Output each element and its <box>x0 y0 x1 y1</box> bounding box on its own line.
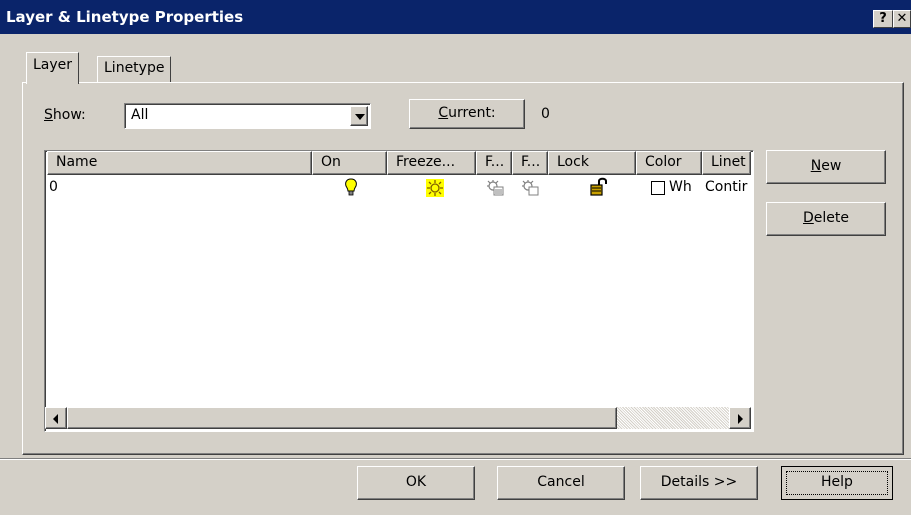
scroll-right-button[interactable] <box>729 407 751 429</box>
show-dropdown-value: All <box>131 107 149 123</box>
layer-name-cell: 0 <box>49 179 58 195</box>
column-header-linetype[interactable]: Linet <box>702 151 751 175</box>
delete-layer-button[interactable]: Delete <box>766 202 886 236</box>
layer-linetype-cell[interactable]: Contir <box>705 179 751 195</box>
arrow-right-icon <box>738 414 743 424</box>
question-mark-icon: ? <box>879 11 887 26</box>
chevron-down-icon <box>355 114 365 120</box>
close-icon: ✕ <box>896 11 908 26</box>
horizontal-scrollbar[interactable] <box>45 407 751 429</box>
cancel-button[interactable]: Cancel <box>497 466 625 500</box>
color-swatch[interactable] <box>651 181 665 195</box>
focus-rectangle <box>786 471 888 495</box>
details-button[interactable]: Details >> <box>640 466 758 500</box>
new-viewport-freeze-icon[interactable] <box>521 179 539 197</box>
tab-linetype[interactable]: Linetype <box>97 56 172 82</box>
scroll-left-button[interactable] <box>45 407 67 429</box>
show-dropdown[interactable]: All <box>124 103 371 129</box>
column-header-freeze[interactable]: Freeze... <box>387 151 476 175</box>
current-layer-value: 0 <box>541 106 550 122</box>
window-title: Layer & Linetype Properties <box>6 8 244 26</box>
viewport-freeze-icon[interactable] <box>486 179 504 197</box>
column-header-color[interactable]: Color <box>636 151 702 175</box>
layer-list[interactable]: Name On Freeze... F... F... Lock Color L… <box>44 150 754 432</box>
layer-color-cell[interactable]: Wh <box>669 179 692 195</box>
help-title-button[interactable]: ? <box>873 10 893 28</box>
arrow-left-icon <box>53 414 58 424</box>
unlocked-padlock-icon[interactable] <box>589 177 609 197</box>
show-dropdown-arrow[interactable] <box>350 106 368 126</box>
column-header-lock[interactable]: Lock <box>548 151 636 175</box>
tab-layer-label: Layer <box>33 57 73 73</box>
new-layer-button[interactable]: New <box>766 150 886 184</box>
show-label: Show: <box>44 107 86 123</box>
column-header-name[interactable]: Name <box>47 151 312 175</box>
close-button[interactable]: ✕ <box>893 10 911 28</box>
scrollbar-track[interactable] <box>617 407 729 429</box>
ok-button[interactable]: OK <box>357 466 475 500</box>
title-bar: Layer & Linetype Properties ? ✕ <box>0 0 911 34</box>
column-header-vp-freeze[interactable]: F... <box>476 151 512 175</box>
sun-thawed-icon[interactable] <box>426 179 444 197</box>
tab-linetype-label: Linetype <box>104 60 165 76</box>
footer-separator <box>0 458 911 460</box>
column-header-new-vp-freeze[interactable]: F... <box>512 151 548 175</box>
scrollbar-thumb[interactable] <box>67 407 617 429</box>
tab-layer[interactable]: Layer <box>26 52 80 84</box>
current-button[interactable]: Current: <box>409 99 525 129</box>
column-header-on[interactable]: On <box>312 151 387 175</box>
help-button[interactable]: Help <box>781 466 893 500</box>
lightbulb-on-icon[interactable] <box>343 178 359 198</box>
